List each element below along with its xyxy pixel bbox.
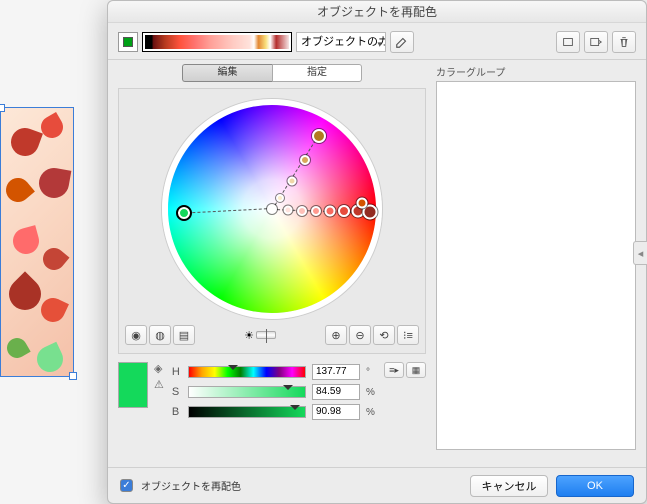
tab-edit[interactable]: 編集 <box>182 64 272 82</box>
swatches-icon[interactable]: ▦ <box>406 362 426 378</box>
wheel-marker[interactable] <box>311 206 321 216</box>
hue-unit: ° <box>366 367 376 378</box>
tab-assign[interactable]: 指定 <box>272 64 362 82</box>
cancel-button[interactable]: キャンセル <box>470 475 548 497</box>
hue-input[interactable]: 137.77 <box>312 364 360 380</box>
preset-select[interactable]: オブジェクトのカラー <box>296 32 386 52</box>
color-wheel[interactable] <box>162 99 382 319</box>
color-groups-label: カラーグループ <box>436 64 636 79</box>
link-harmony-icon[interactable]: ⟲ <box>373 325 395 345</box>
ok-button[interactable]: OK <box>556 475 634 497</box>
recolor-checkbox[interactable]: ✓ <box>120 479 133 492</box>
options-icon[interactable]: ⁝≡ <box>397 325 419 345</box>
sat-slider[interactable] <box>188 386 306 398</box>
color-wheel-panel: ◉ ◍ ▤ ☀ ⊕ ⊖ ⟲ ⁝≡ <box>118 88 426 354</box>
wheel-marker[interactable] <box>300 155 310 165</box>
hue-label: H <box>172 366 182 378</box>
segmented-wheel-icon[interactable]: ◍ <box>149 325 171 345</box>
save-group-icon[interactable] <box>584 31 608 53</box>
wheel-marker[interactable] <box>357 198 368 209</box>
new-group-icon[interactable] <box>556 31 580 53</box>
wheel-marker[interactable] <box>325 206 336 217</box>
bri-unit: % <box>366 407 376 418</box>
remove-color-tool-icon[interactable]: ⊖ <box>349 325 371 345</box>
hue-slider[interactable] <box>188 366 306 378</box>
canvas-artwork[interactable] <box>0 107 74 377</box>
wheel-marker[interactable] <box>267 204 277 214</box>
edit-colors-icon[interactable] <box>390 31 414 53</box>
delete-group-icon[interactable] <box>612 31 636 53</box>
wheel-marker[interactable] <box>284 206 293 215</box>
sat-unit: % <box>366 387 376 398</box>
color-mode-menu-icon[interactable]: ≡▸ <box>384 362 404 378</box>
wheel-marker[interactable] <box>176 205 192 221</box>
wheel-marker[interactable] <box>338 205 350 217</box>
bri-label: B <box>172 406 182 418</box>
recolor-checkbox-label: オブジェクトを再配色 <box>141 478 241 493</box>
brightness-slider[interactable] <box>256 331 276 339</box>
sat-input[interactable]: 84.59 <box>312 384 360 400</box>
recolor-dialog: オブジェクトを再配色 オブジェクトのカラー 編集 指定 <box>107 0 647 504</box>
brightness-icon: ☀ <box>244 329 254 342</box>
wheel-marker[interactable] <box>288 177 297 186</box>
hsb-controls: ◈ ⚠ H 137.77 ° S <box>118 354 426 422</box>
selected-color-preview[interactable] <box>118 362 148 408</box>
active-color-swatch[interactable] <box>118 32 138 52</box>
collapse-panel-icon[interactable]: ◂ <box>633 241 647 265</box>
smooth-wheel-icon[interactable]: ◉ <box>125 325 147 345</box>
wheel-marker[interactable] <box>312 129 326 143</box>
artwork-colors-bar[interactable] <box>142 32 292 52</box>
out-of-gamut-icon: ⚠ <box>154 378 164 391</box>
sat-label: S <box>172 386 182 398</box>
wheel-marker[interactable] <box>297 206 307 216</box>
color-model-icon[interactable]: ◈ <box>154 362 164 375</box>
mode-tabs: 編集 指定 <box>118 64 426 82</box>
dialog-title: オブジェクトを再配色 <box>108 1 646 23</box>
wheel-marker[interactable] <box>276 194 284 202</box>
bri-input[interactable]: 90.98 <box>312 404 360 420</box>
bri-slider[interactable] <box>188 406 306 418</box>
color-groups-list[interactable] <box>436 81 636 450</box>
add-color-tool-icon[interactable]: ⊕ <box>325 325 347 345</box>
color-bars-icon[interactable]: ▤ <box>173 325 195 345</box>
